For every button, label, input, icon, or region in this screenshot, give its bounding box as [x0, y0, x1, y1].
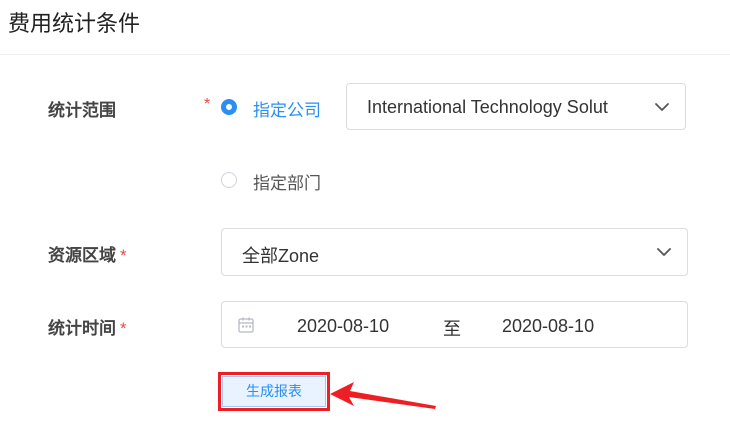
region-select-value: 全部Zone — [242, 246, 320, 266]
time-label: 统计时间 — [48, 319, 116, 338]
region-label: 资源区域 — [48, 246, 116, 265]
chevron-down-icon — [655, 243, 673, 261]
end-date[interactable]: 2020-08-10 — [502, 316, 594, 337]
radio-department-label[interactable]: 指定部门 — [253, 169, 321, 194]
time-required-mark: * — [120, 319, 127, 338]
radio-company[interactable] — [221, 99, 237, 115]
scope-label-group: 统计范围 — [48, 96, 116, 121]
page-title: 费用统计条件 — [8, 11, 141, 36]
radio-department[interactable] — [221, 172, 237, 188]
radio-company-label[interactable]: 指定公司 — [253, 96, 321, 121]
date-range-picker[interactable]: 2020-08-10 至 2020-08-10 — [221, 301, 688, 348]
region-required-mark: * — [120, 246, 127, 265]
generate-report-button[interactable]: 生成报表 — [222, 376, 326, 407]
time-label-group: 统计时间 * — [48, 314, 127, 339]
scope-label: 统计范围 — [48, 101, 116, 120]
header-divider — [0, 54, 730, 55]
region-label-group: 资源区域 * — [48, 241, 127, 266]
calendar-icon — [237, 316, 255, 334]
company-select-value: International Technology Solut — [367, 97, 608, 117]
chevron-down-icon — [653, 98, 671, 116]
scope-required-mark: * — [204, 96, 211, 113]
annotation-arrow-icon — [330, 382, 436, 409]
date-separator: 至 — [443, 319, 461, 339]
company-select[interactable]: International Technology Solut — [346, 83, 686, 130]
region-select[interactable]: 全部Zone — [221, 228, 688, 276]
start-date[interactable]: 2020-08-10 — [297, 316, 389, 337]
